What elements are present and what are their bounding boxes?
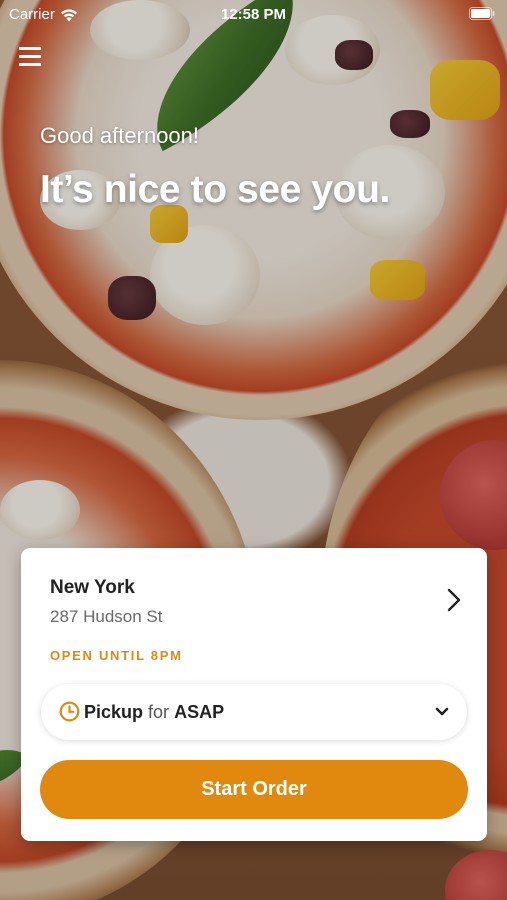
chevron-down-icon — [435, 707, 449, 716]
start-order-button[interactable]: Start Order — [40, 760, 468, 819]
store-hours: OPEN UNTIL 8PM — [50, 648, 183, 663]
pickup-time-selector[interactable]: Pickup for ASAP — [41, 684, 467, 740]
location-card: New York 287 Hudson St OPEN UNTIL 8PM Pi… — [21, 548, 487, 841]
pickup-time: ASAP — [174, 702, 225, 722]
clock-icon — [59, 701, 80, 722]
location-address: 287 Hudson St — [50, 607, 163, 626]
status-bar: Carrier 12:58 PM — [0, 0, 507, 30]
location-selector[interactable]: New York 287 Hudson St — [21, 548, 487, 638]
status-time: 12:58 PM — [220, 6, 287, 23]
pickup-mode: Pickup — [84, 702, 144, 722]
location-city: New York — [50, 577, 135, 598]
chevron-right-icon — [447, 588, 461, 612]
battery-icon — [469, 7, 495, 20]
greeting-text: Good afternoon! — [40, 123, 200, 148]
pickup-connector: for — [148, 702, 170, 722]
menu-icon[interactable] — [19, 47, 41, 67]
pickup-label: Pickup for ASAP — [84, 702, 224, 723]
page-title: It’s nice to see you. — [40, 168, 390, 211]
